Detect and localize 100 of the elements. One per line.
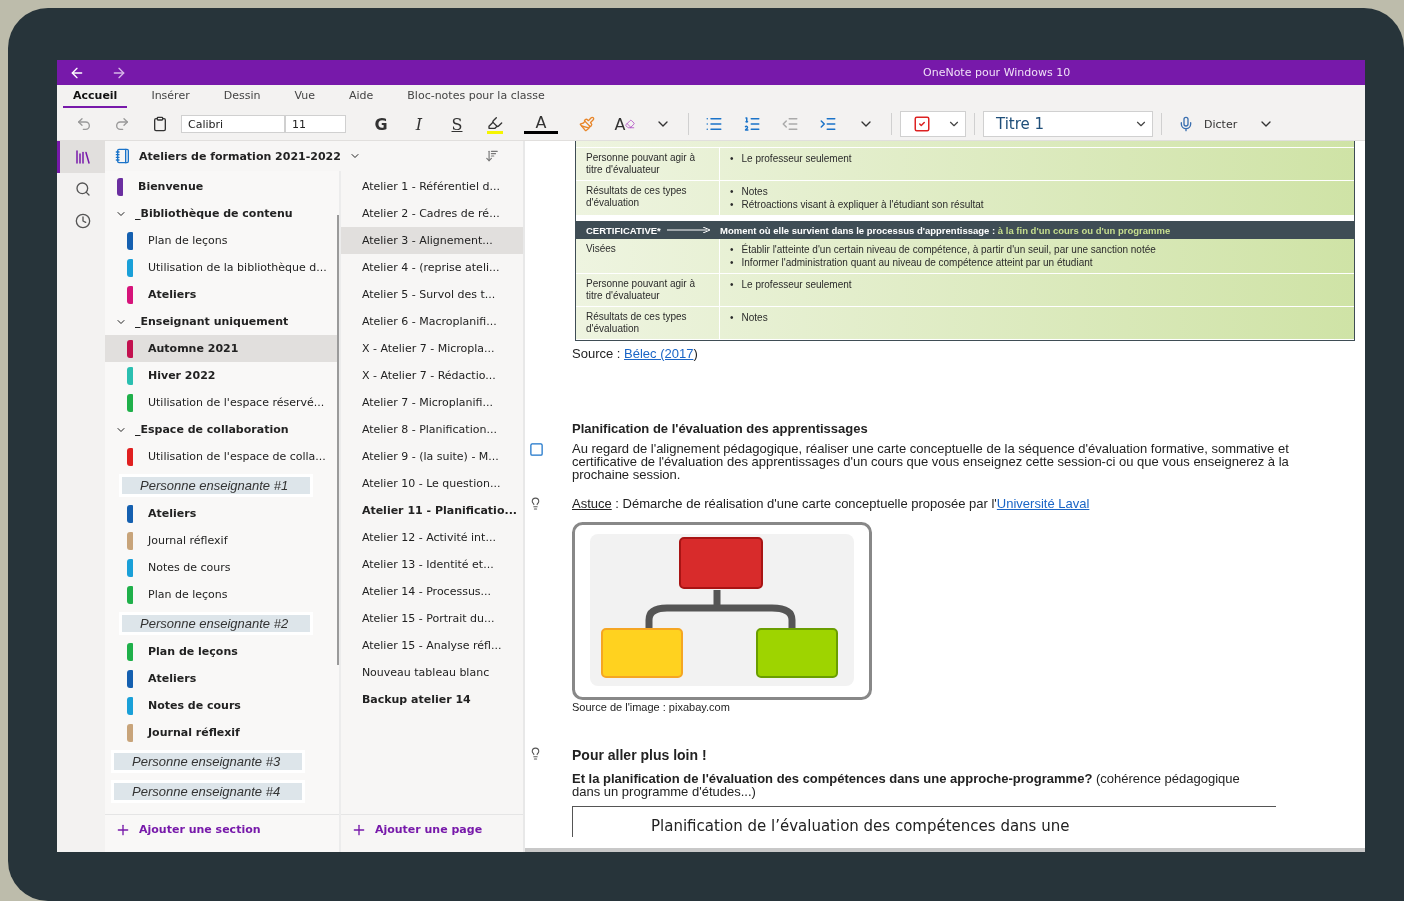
section-item[interactable]: Automne 2021	[105, 335, 339, 362]
underline-button[interactable]: S	[440, 111, 474, 137]
section-item[interactable]: Ateliers	[105, 500, 339, 527]
search-icon[interactable]	[74, 181, 91, 197]
section-group[interactable]: Personne enseignante #3	[111, 749, 305, 773]
page-item[interactable]: Atelier 15 - Portrait du...	[340, 605, 523, 632]
page-item[interactable]: Atelier 10 - Le question...	[340, 470, 523, 497]
section-item[interactable]: Notes de cours	[105, 692, 339, 719]
section-item[interactable]: Journal réflexif	[105, 719, 339, 746]
ribbon-tab[interactable]: Vue	[284, 85, 325, 108]
section-group[interactable]: _Espace de collaboration	[105, 416, 339, 443]
window-title: OneNote pour Windows 10	[923, 66, 1071, 79]
page-item[interactable]: Atelier 5 - Survol des t...	[340, 281, 523, 308]
page-item[interactable]: Atelier 8 - Planification...	[340, 416, 523, 443]
dictate-button[interactable]: Dicter	[1170, 111, 1246, 137]
paintbrush-icon[interactable]	[579, 116, 595, 132]
clock-icon[interactable]	[74, 213, 91, 229]
section-item[interactable]: Bienvenue	[105, 173, 339, 200]
page-item[interactable]: Atelier 11 - Planificatio...	[340, 497, 523, 524]
section-heading: Planification de l'évaluation des apprentissages	[572, 421, 869, 436]
section-heading: Pour aller plus loin !	[572, 747, 707, 763]
section-group[interactable]: Personne enseignante #2	[119, 611, 313, 635]
page-item[interactable]: Backup atelier 14	[340, 686, 523, 713]
bullet-list-icon[interactable]	[705, 115, 723, 133]
notebooks-button[interactable]	[57, 141, 105, 173]
font-size-field[interactable]: 11	[285, 115, 346, 133]
table-heading: Moment où elle survient dans le processus d'apprentissage : à la fin d'un cours ou d'un programme	[720, 224, 1172, 236]
bullet: •	[730, 198, 734, 211]
highlighter-icon[interactable]	[487, 114, 503, 134]
page-item[interactable]: Atelier 1 - Référentiel d...	[340, 173, 523, 200]
ribbon-tab[interactable]: Insérer	[141, 85, 200, 108]
lightbulb-icon	[529, 497, 542, 510]
ribbon-tab[interactable]: Aide	[338, 85, 384, 108]
table-cell: Résultats de ces types d'évaluation	[576, 181, 720, 215]
source-text: Source : Bélec (2017)	[572, 346, 699, 361]
numbered-list-icon[interactable]	[743, 115, 761, 133]
scrollbar[interactable]	[525, 848, 1365, 852]
page-item[interactable]: Atelier 4 - (reprise ateli...	[340, 254, 523, 281]
bullet: •	[730, 152, 734, 165]
document-title: Planification de l’évaluation des compétences dans une	[651, 817, 1070, 835]
source-link[interactable]: Bélec (2017	[624, 346, 694, 361]
sort-icon[interactable]	[485, 149, 499, 163]
notebook-picker[interactable]: Ateliers de formation 2021-2022	[105, 141, 523, 171]
todo-checkbox[interactable]	[529, 442, 544, 457]
page-item[interactable]: Atelier 2 - Cadres de ré...	[340, 200, 523, 227]
bullet: •	[730, 185, 734, 198]
section-item[interactable]: Notes de cours	[105, 554, 339, 581]
table-cell: Personne pouvant agir à titre d'évaluateur	[576, 274, 720, 306]
style-dropdown[interactable]: Titre 1	[983, 111, 1153, 137]
bullet: •	[730, 311, 734, 324]
ribbon-tab[interactable]: Dessin	[213, 85, 271, 108]
section-item[interactable]: Plan de leçons	[105, 227, 339, 254]
microphone-icon	[1178, 116, 1194, 132]
page-item[interactable]: X - Atelier 7 - Micropla...	[340, 335, 523, 362]
clear-format-button[interactable]: A	[608, 111, 642, 137]
section-item[interactable]: Journal réflexif	[105, 527, 339, 554]
indent-icon[interactable]	[819, 115, 837, 133]
page-item[interactable]: Atelier 14 - Processus...	[340, 578, 523, 605]
table-heading: CERTIFICATIVE*	[586, 224, 661, 236]
section-group[interactable]: Personne enseignante #4	[111, 779, 305, 803]
section-group[interactable]: _Bibliothèque de contenu	[105, 200, 339, 227]
scrollbar[interactable]	[336, 215, 339, 665]
italic-button[interactable]: I	[402, 111, 436, 137]
bullet: •	[730, 243, 734, 256]
section-item[interactable]: Utilisation de l'espace réservé...	[105, 389, 339, 416]
page-item[interactable]: Atelier 6 - Macroplanifi...	[340, 308, 523, 335]
section-item[interactable]: Utilisation de l'espace de colla...	[105, 443, 339, 470]
table-cell: Notes	[741, 311, 768, 324]
bold-button[interactable]: G	[364, 111, 398, 137]
undo-icon[interactable]	[76, 116, 92, 132]
tag-dropdown[interactable]	[900, 111, 966, 137]
add-page-button[interactable]: Ajouter une page	[340, 814, 523, 844]
font-field[interactable]: Calibri	[181, 115, 285, 133]
section-item[interactable]: Ateliers	[105, 281, 339, 308]
page-item[interactable]: Atelier 12 - Activité int...	[340, 524, 523, 551]
page-item[interactable]: Nouveau tableau blanc	[340, 659, 523, 686]
section-item[interactable]: Ateliers	[105, 665, 339, 692]
lightbulb-icon	[529, 747, 542, 760]
clipboard-icon[interactable]	[152, 116, 168, 132]
eraser-icon[interactable]	[625, 119, 636, 129]
section-group[interactable]: Personne enseignante #1	[119, 473, 313, 497]
section-item[interactable]: Plan de leçons	[105, 638, 339, 665]
library-icon[interactable]	[73, 148, 92, 166]
section-item[interactable]: Plan de leçons	[105, 581, 339, 608]
page-item[interactable]: Atelier 15 - Analyse réfl...	[340, 632, 523, 659]
page-item[interactable]: Atelier 3 - Alignement...	[340, 227, 523, 254]
table-cell: Informer l'administration quant au niveau de compétence atteint par un étudiant	[741, 256, 1093, 269]
page-item[interactable]: Atelier 13 - Identité et...	[340, 551, 523, 578]
section-item[interactable]: Hiver 2022	[105, 362, 339, 389]
ribbon-tab[interactable]: Bloc-notes pour la classe	[397, 85, 555, 108]
page-item[interactable]: X - Atelier 7 - Rédactio...	[340, 362, 523, 389]
section-item[interactable]: Utilisation de la bibliothèque d...	[105, 254, 339, 281]
page-item[interactable]: Atelier 9 - (la suite) - M...	[340, 443, 523, 470]
font-color-button[interactable]: A	[524, 114, 558, 134]
page-item[interactable]: Atelier 7 - Microplanifi...	[340, 389, 523, 416]
paragraph: Au regard de l'alignement pédagogique, réaliser une carte conceptuelle de la séquence d'évaluation formative, sommative et certificative de l'évaluation des apprentissages d'un cours que vous enseignez cette session-ci ou que vous enseignerez à la prochaine session.	[572, 441, 1289, 482]
add-section-button[interactable]: Ajouter une section	[105, 814, 339, 844]
section-group[interactable]: _Enseignant uniquement	[105, 308, 339, 335]
redo-icon[interactable]	[114, 116, 130, 132]
bullet: •	[730, 256, 734, 269]
